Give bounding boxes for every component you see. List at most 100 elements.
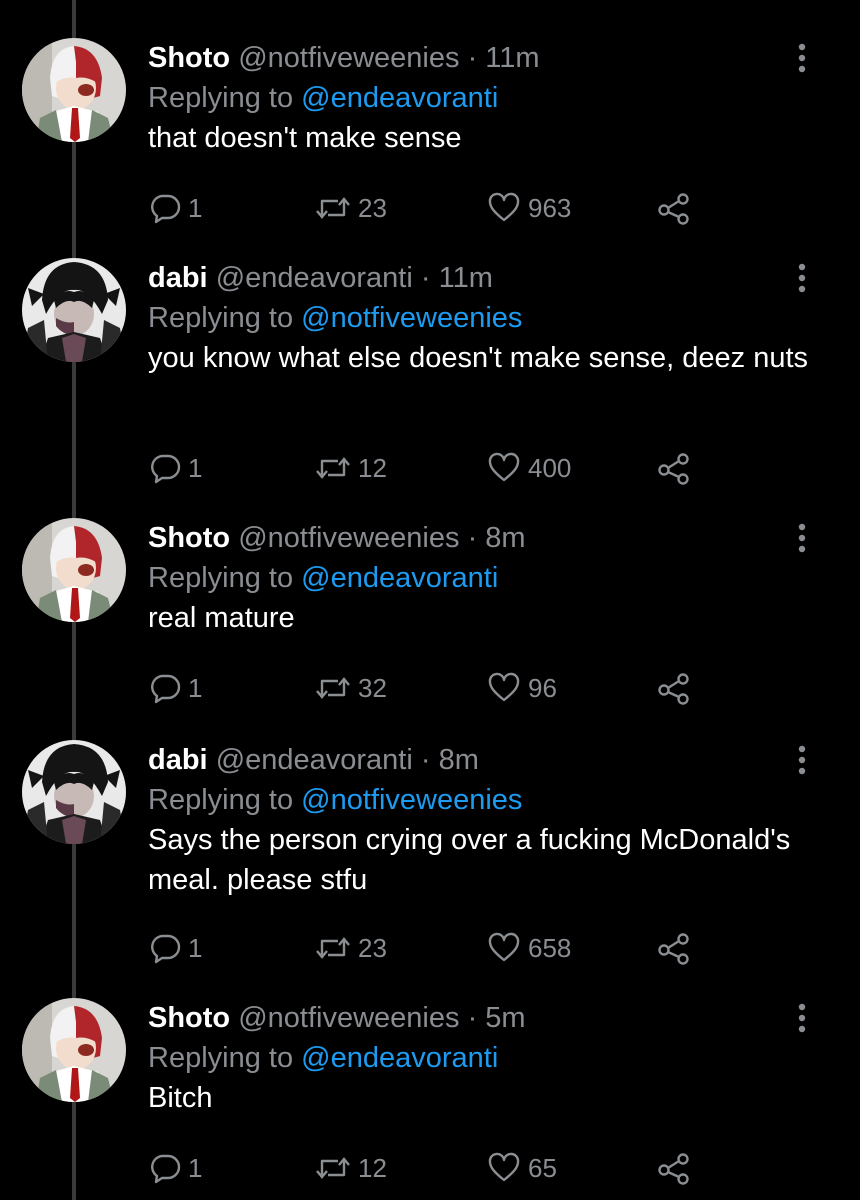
like-button[interactable]: 963: [486, 188, 571, 228]
avatar[interactable]: [22, 518, 126, 622]
reply-icon: [151, 674, 181, 704]
more-options-button[interactable]: [790, 742, 814, 778]
vertical-ellipsis-icon: [798, 1003, 806, 1033]
more-options-button[interactable]: [790, 520, 814, 556]
replying-to-line: Replying to @notfiveweenies: [148, 780, 522, 820]
vertical-ellipsis-icon: [798, 745, 806, 775]
retweet-count: 12: [358, 1153, 387, 1183]
share-button[interactable]: [656, 668, 698, 708]
reply-button[interactable]: 1: [148, 928, 202, 968]
retweet-count: 23: [358, 193, 387, 223]
retweet-button[interactable]: 12: [314, 1148, 387, 1188]
tweet-text: real mature: [148, 602, 295, 634]
reply-count: 1: [188, 673, 203, 703]
reply-icon: [151, 454, 181, 484]
separator-dot: ·: [467, 1002, 478, 1034]
timestamp[interactable]: 5m: [485, 1002, 525, 1034]
reply-button[interactable]: 1: [148, 1148, 202, 1188]
tweet-actions: 1 32 96: [148, 668, 708, 708]
tweet-text: you know what else doesn't make sense, d…: [148, 342, 809, 374]
heart-icon: [488, 1152, 520, 1182]
reply-button[interactable]: 1: [148, 448, 202, 488]
separator-dot: ·: [420, 744, 431, 776]
replying-to-line: Replying to @endeavoranti: [148, 78, 498, 118]
tweet-actions: 1 23 963: [148, 188, 708, 228]
timestamp[interactable]: 8m: [485, 522, 525, 554]
share-icon: [658, 933, 689, 965]
user-handle[interactable]: @endeavoranti: [216, 262, 413, 294]
user-handle[interactable]: @notfiveweenies: [238, 1002, 459, 1034]
reply-count: 1: [188, 933, 203, 963]
user-handle[interactable]: @notfiveweenies: [238, 42, 459, 74]
like-button[interactable]: 65: [486, 1148, 557, 1188]
avatar[interactable]: [22, 998, 126, 1102]
user-handle[interactable]: @notfiveweenies: [238, 522, 459, 554]
mention-link[interactable]: @endeavoranti: [301, 562, 498, 594]
like-button[interactable]: 96: [486, 668, 557, 708]
retweet-count: 32: [358, 673, 387, 703]
share-icon: [658, 673, 689, 705]
display-name[interactable]: Shoto: [148, 522, 230, 554]
mention-link[interactable]: @endeavoranti: [301, 1042, 498, 1074]
mention-link[interactable]: @endeavoranti: [301, 82, 498, 114]
reply-icon: [151, 1154, 181, 1184]
reply-count: 1: [188, 453, 203, 483]
share-button[interactable]: [656, 188, 698, 228]
display-name[interactable]: Shoto: [148, 1002, 230, 1034]
mention-link[interactable]: @notfiveweenies: [301, 784, 522, 816]
avatar[interactable]: [22, 38, 126, 142]
mention-link[interactable]: @notfiveweenies: [301, 302, 522, 334]
timestamp[interactable]: 11m: [485, 42, 539, 74]
more-options-button[interactable]: [790, 1000, 814, 1036]
retweet-button[interactable]: 32: [314, 668, 387, 708]
replying-to-label: Replying to: [148, 784, 294, 816]
retweet-button[interactable]: 23: [314, 188, 387, 228]
retweet-icon: [316, 677, 350, 699]
share-icon: [658, 193, 689, 225]
replying-to-line: Replying to @notfiveweenies: [148, 298, 522, 338]
retweet-count: 12: [358, 453, 387, 483]
heart-icon: [488, 192, 520, 222]
more-options-button[interactable]: [790, 40, 814, 76]
like-count: 96: [528, 673, 557, 703]
avatar[interactable]: [22, 740, 126, 844]
reply-button[interactable]: 1: [148, 668, 202, 708]
reply-button[interactable]: 1: [148, 188, 202, 228]
avatar[interactable]: [22, 258, 126, 362]
retweet-icon: [316, 937, 350, 959]
retweet-button[interactable]: 23: [314, 928, 387, 968]
separator-dot: ·: [420, 262, 431, 294]
like-count: 65: [528, 1153, 557, 1183]
retweet-icon: [316, 197, 350, 219]
retweet-icon: [316, 1157, 350, 1179]
replying-to-label: Replying to: [148, 82, 294, 114]
timestamp[interactable]: 11m: [439, 262, 493, 294]
retweet-button[interactable]: 12: [314, 448, 387, 488]
timestamp[interactable]: 8m: [439, 744, 479, 776]
like-count: 963: [528, 193, 572, 223]
tweet-header: Shoto @notfiveweenies · 11m: [148, 38, 540, 78]
user-handle[interactable]: @endeavoranti: [216, 744, 413, 776]
tweet-text: that doesn't make sense: [148, 122, 462, 154]
display-name[interactable]: dabi: [148, 262, 208, 294]
share-button[interactable]: [656, 448, 698, 488]
like-button[interactable]: 400: [486, 448, 571, 488]
reply-icon: [151, 934, 181, 964]
share-button[interactable]: [656, 928, 698, 968]
display-name[interactable]: dabi: [148, 744, 208, 776]
replying-to-line: Replying to @endeavoranti: [148, 558, 498, 598]
replying-to-label: Replying to: [148, 562, 294, 594]
tweet-actions: 1 12 65: [148, 1148, 708, 1188]
tweet-text: Bitch: [148, 1082, 213, 1114]
dabi-avatar-image: [22, 740, 126, 844]
replying-to-label: Replying to: [148, 302, 294, 334]
more-options-button[interactable]: [790, 260, 814, 296]
share-icon: [658, 453, 689, 485]
like-button[interactable]: 658: [486, 928, 571, 968]
vertical-ellipsis-icon: [798, 43, 806, 73]
heart-icon: [488, 932, 520, 962]
vertical-ellipsis-icon: [798, 523, 806, 553]
tweet-actions: 1 12 400: [148, 448, 708, 488]
display-name[interactable]: Shoto: [148, 42, 230, 74]
share-button[interactable]: [656, 1148, 698, 1188]
